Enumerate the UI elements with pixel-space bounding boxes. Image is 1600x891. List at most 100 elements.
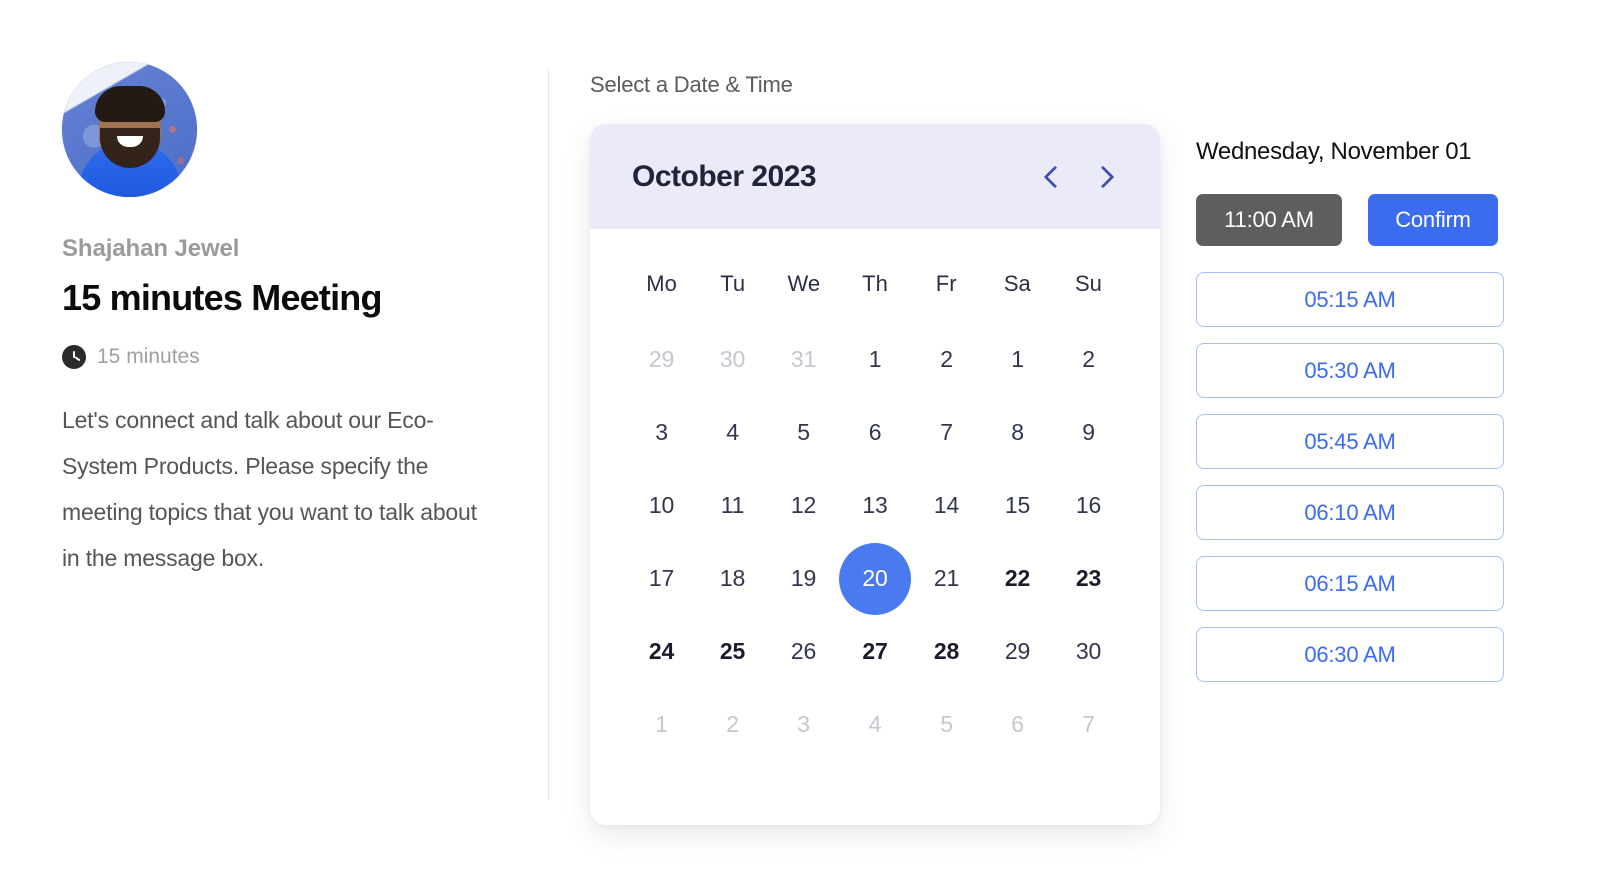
time-slot-button[interactable]: 06:10 AM (1196, 485, 1504, 540)
calendar-day-label: 6 (868, 419, 882, 445)
calendar-day-label: 5 (940, 711, 953, 737)
host-info-panel: Shajahan Jewel 15 minutes Meeting 15 min… (62, 62, 532, 581)
calendar-day-label: 7 (1082, 711, 1095, 737)
calendar-day-label: 11 (720, 492, 745, 518)
calendar-day[interactable]: 5 (768, 396, 839, 469)
calendar-day-label: 13 (862, 492, 888, 518)
calendar-day[interactable]: 30 (1053, 615, 1124, 688)
calendar-day-label: 15 (1004, 492, 1031, 518)
calendar-day[interactable]: 21 (911, 542, 982, 615)
calendar-day-label: 2 (1082, 346, 1095, 372)
calendar-day[interactable]: 12 (768, 469, 839, 542)
calendar-day[interactable]: 22 (982, 542, 1053, 615)
weekday-header: Fr (935, 271, 957, 296)
calendar-day-label: 24 (648, 638, 675, 664)
time-slot-button[interactable]: 06:15 AM (1196, 556, 1504, 611)
time-slot-button[interactable]: 05:45 AM (1196, 414, 1504, 469)
weekday-header: Mo (646, 271, 677, 296)
calendar-day[interactable]: 27 (839, 615, 911, 688)
time-slot-button[interactable]: 05:15 AM (1196, 272, 1504, 327)
calendar-day: 1 (626, 688, 697, 761)
calendar-day-label: 26 (790, 638, 817, 664)
calendar-day-label: 31 (790, 346, 817, 372)
calendar-day-label: 22 (1004, 565, 1031, 591)
calendar-day-label: 9 (1082, 419, 1095, 445)
calendar-day[interactable]: 2 (911, 323, 982, 396)
time-slots-panel: Wednesday, November 01 11:00 AM Confirm … (1196, 138, 1504, 682)
avatar (62, 62, 197, 197)
calendar-day[interactable]: 16 (1053, 469, 1124, 542)
calendar-day-label: 3 (655, 419, 668, 445)
calendar-day-label: 20 (839, 542, 911, 615)
calendar-day-label: 30 (1075, 638, 1102, 664)
weekday-header: Sa (1003, 271, 1031, 296)
calendar-day[interactable]: 7 (911, 396, 982, 469)
page-title: 15 minutes Meeting (62, 277, 382, 318)
selected-date-header: Wednesday, November 01 (1196, 138, 1472, 165)
calendar-navigation (1040, 161, 1118, 193)
calendar-day-label: 23 (1075, 565, 1102, 591)
calendar-day-label: 14 (933, 492, 960, 518)
calendar-day-label: 28 (933, 638, 960, 664)
time-slot-button[interactable]: 06:30 AM (1196, 627, 1504, 682)
weekday-header: Tu (720, 271, 746, 296)
time-slot-list: 05:15 AM 05:30 AM 05:45 AM 06:10 AM 06:15 AM… (1196, 272, 1504, 682)
weekday-header: Su (1074, 271, 1102, 296)
calendar-day[interactable]: 28 (911, 615, 982, 688)
calendar-day[interactable]: 17 (626, 542, 697, 615)
avatar-hair (94, 86, 165, 122)
selected-time-chip[interactable]: 11:00 AM (1196, 194, 1342, 246)
calendar-day-label: 1 (655, 711, 668, 737)
calendar-day-label: 17 (648, 565, 675, 591)
calendar-day-label: 29 (1004, 638, 1031, 664)
calendar-day[interactable]: 8 (982, 396, 1053, 469)
chevron-left-icon[interactable] (1040, 161, 1066, 193)
calendar-day[interactable]: 26 (768, 615, 839, 688)
calendar-day[interactable]: 15 (982, 469, 1053, 542)
calendar-day[interactable]: 9 (1053, 396, 1124, 469)
calendar-day-label: 29 (648, 346, 675, 372)
calendar-day-label: 1 (868, 346, 882, 372)
calendar-day[interactable]: 14 (911, 469, 982, 542)
calendar-day[interactable]: 19 (768, 542, 839, 615)
calendar-day[interactable]: 6 (839, 396, 911, 469)
calendar-day-label: 8 (1011, 419, 1024, 445)
chevron-right-icon[interactable] (1092, 161, 1118, 193)
calendar-day: 4 (839, 688, 911, 761)
calendar-day-selected[interactable]: 20 (839, 542, 911, 615)
calendar-day[interactable]: 13 (839, 469, 911, 542)
calendar-day-label: 4 (868, 711, 882, 737)
calendar-day[interactable]: 18 (697, 542, 768, 615)
time-slot-button[interactable]: 05:30 AM (1196, 343, 1504, 398)
calendar-day[interactable]: 11 (697, 469, 768, 542)
calendar-day[interactable]: 10 (626, 469, 697, 542)
calendar-day: 7 (1053, 688, 1124, 761)
calendar-day[interactable]: 25 (697, 615, 768, 688)
calendar-month-label: October 2023 (632, 159, 817, 193)
calendar-day-grid: 29 30 31 1 2 1 2 3 4 5 6 7 8 9 10 11 12 13 14 15 16 17 18 19 20 2… (626, 323, 1124, 761)
selected-slot-row: 11:00 AM Confirm (1196, 194, 1504, 246)
calendar-day[interactable]: 24 (626, 615, 697, 688)
vertical-divider (548, 70, 549, 800)
calendar-day: 3 (768, 688, 839, 761)
weekday-header: We (787, 271, 821, 296)
calendar-weekday-row: Mo Tu We Th Fr Sa Su (626, 259, 1124, 323)
calendar-day[interactable]: 1 (982, 323, 1053, 396)
calendar-day[interactable]: 2 (1053, 323, 1124, 396)
calendar-day[interactable]: 4 (697, 396, 768, 469)
confirm-button[interactable]: Confirm (1368, 194, 1498, 246)
calendar-day[interactable]: 1 (839, 323, 911, 396)
host-name: Shajahan Jewel (62, 235, 240, 262)
calendar-day: 29 (626, 323, 697, 396)
calendar-day-label: 19 (790, 565, 817, 591)
calendar-day: 31 (768, 323, 839, 396)
calendar-day[interactable]: 29 (982, 615, 1053, 688)
calendar-day[interactable]: 3 (626, 396, 697, 469)
calendar-day-label: 4 (726, 419, 739, 445)
meeting-duration: 15 minutes (62, 345, 532, 369)
clock-icon (62, 345, 86, 369)
calendar-day-label: 18 (719, 565, 746, 591)
calendar-day-label: 3 (797, 711, 810, 737)
meeting-description: Let's connect and talk about our Eco-Sys… (62, 407, 477, 571)
calendar-day[interactable]: 23 (1053, 542, 1124, 615)
